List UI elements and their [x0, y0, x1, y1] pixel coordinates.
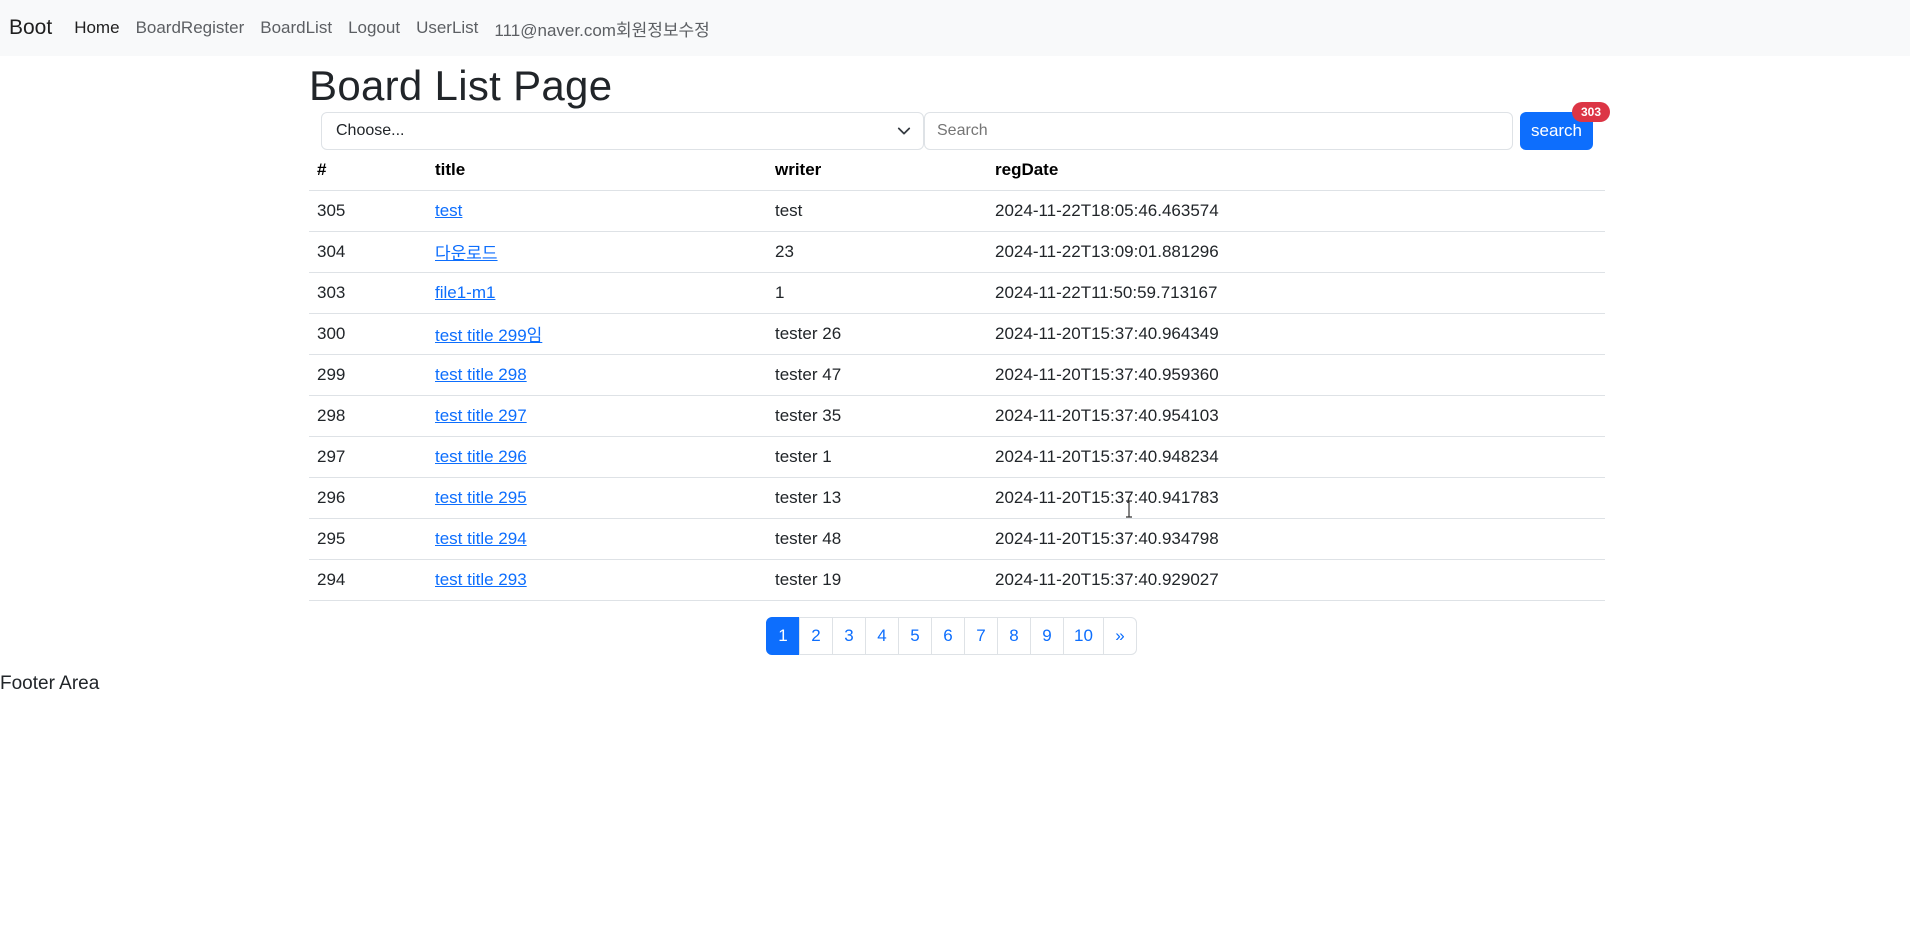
page-link-1[interactable]: 1 [766, 617, 800, 655]
cell-writer: tester 13 [767, 477, 987, 519]
page-title: Board List Page [309, 62, 613, 109]
cell-regdate: 2024-11-20T15:37:40.929027 [987, 559, 1605, 601]
table-row: 298 test title 297 tester 35 2024-11-20T… [309, 395, 1605, 437]
title-link[interactable]: 다운로드 [435, 244, 498, 263]
count-badge: 303 [1572, 102, 1610, 122]
text-cursor-icon [1126, 500, 1132, 518]
page-link-2[interactable]: 2 [799, 617, 833, 655]
cell-id: 305 [309, 190, 427, 232]
table-row: 304 다운로드 23 2024-11-22T13:09:01.881296 [309, 231, 1605, 273]
cell-id: 299 [309, 354, 427, 396]
cell-regdate: 2024-11-20T15:37:40.959360 [987, 354, 1605, 396]
cell-title: test title 299임 [427, 313, 767, 355]
search-input[interactable] [924, 112, 1513, 150]
title-link[interactable]: file1-m1 [435, 283, 495, 302]
cell-title: test title 296 [427, 436, 767, 478]
nav-home[interactable]: Home [74, 18, 119, 38]
brand-logo[interactable]: Boot [9, 16, 52, 40]
cell-title: test title 293 [427, 559, 767, 601]
page-link-4[interactable]: 4 [865, 617, 899, 655]
title-link[interactable]: test title 294 [435, 529, 527, 548]
cell-id: 304 [309, 231, 427, 273]
cell-regdate: 2024-11-22T13:09:01.881296 [987, 231, 1605, 273]
header-title: title [427, 150, 767, 191]
page-link-3[interactable]: 3 [832, 617, 866, 655]
page-link-9[interactable]: 9 [1030, 617, 1064, 655]
table-row: 305 test test 2024-11-22T18:05:46.463574 [309, 190, 1605, 232]
top-navbar: Boot Home BoardRegister BoardList Logout… [0, 0, 1910, 56]
page-link-10[interactable]: 10 [1063, 617, 1104, 655]
cell-title: test title 294 [427, 518, 767, 560]
cell-id: 300 [309, 313, 427, 355]
cell-id: 303 [309, 272, 427, 314]
table-row: 297 test title 296 tester 1 2024-11-20T1… [309, 436, 1605, 478]
footer: Footer Area [0, 673, 100, 694]
cell-writer: tester 47 [767, 354, 987, 396]
title-link[interactable]: test title 297 [435, 406, 527, 425]
page-link-7[interactable]: 7 [964, 617, 998, 655]
cell-writer: tester 1 [767, 436, 987, 478]
table-row: 296 test title 295 tester 13 2024-11-20T… [309, 477, 1605, 519]
search-form: Choose... search 303 [309, 102, 1610, 152]
nav-board-list[interactable]: BoardList [260, 18, 332, 38]
nav-logout[interactable]: Logout [348, 18, 400, 38]
nav-board-register[interactable]: BoardRegister [136, 18, 245, 38]
title-link[interactable]: test title 293 [435, 570, 527, 589]
select-value: Choose... [336, 122, 405, 139]
cell-id: 294 [309, 559, 427, 601]
pagination: 1 2 3 4 5 6 7 8 9 10 » [766, 617, 1137, 655]
chevron-down-icon [897, 127, 911, 135]
title-link[interactable]: test title 299임 [435, 326, 542, 345]
header-writer: writer [767, 150, 987, 191]
table-header-row: # title writer regDate [309, 150, 1605, 191]
search-type-select[interactable]: Choose... [321, 112, 924, 150]
cell-writer: 23 [767, 231, 987, 273]
cell-regdate: 2024-11-20T15:37:40.964349 [987, 313, 1605, 355]
cell-title: test title 297 [427, 395, 767, 437]
page-link-5[interactable]: 5 [898, 617, 932, 655]
page-link-8[interactable]: 8 [997, 617, 1031, 655]
title-link[interactable]: test [435, 201, 462, 220]
cell-title: test title 298 [427, 354, 767, 396]
title-link[interactable]: test title 298 [435, 365, 527, 384]
table-row: 299 test title 298 tester 47 2024-11-20T… [309, 354, 1605, 396]
cell-id: 296 [309, 477, 427, 519]
cell-title: 다운로드 [427, 231, 767, 273]
cell-writer: tester 19 [767, 559, 987, 601]
title-link[interactable]: test title 296 [435, 447, 527, 466]
cell-title: test [427, 190, 767, 232]
cell-regdate: 2024-11-20T15:37:40.934798 [987, 518, 1605, 560]
page-link-6[interactable]: 6 [931, 617, 965, 655]
table-row: 294 test title 293 tester 19 2024-11-20T… [309, 559, 1605, 601]
main-container: Board List Page Choose... search 303 # t… [309, 56, 1610, 601]
cell-writer: test [767, 190, 987, 232]
cell-regdate: 2024-11-22T11:50:59.713167 [987, 272, 1605, 314]
page-next-button[interactable]: » [1102, 617, 1137, 655]
table-row: 295 test title 294 tester 48 2024-11-20T… [309, 518, 1605, 560]
header-id: # [309, 150, 427, 191]
title-link[interactable]: test title 295 [435, 488, 527, 507]
cell-id: 298 [309, 395, 427, 437]
nav-user-list[interactable]: UserList [416, 18, 478, 38]
cell-regdate: 2024-11-20T15:37:40.948234 [987, 436, 1605, 478]
cell-title: file1-m1 [427, 272, 767, 314]
header-regdate: regDate [987, 150, 1605, 191]
table-row: 300 test title 299임 tester 26 2024-11-20… [309, 313, 1605, 355]
cell-regdate: 2024-11-20T15:37:40.954103 [987, 395, 1605, 437]
cell-title: test title 295 [427, 477, 767, 519]
cell-id: 295 [309, 518, 427, 560]
nav-user-modify[interactable]: 111@naver.com회원정보수정 [494, 16, 709, 41]
cell-writer: tester 48 [767, 518, 987, 560]
table-row: 303 file1-m1 1 2024-11-22T11:50:59.71316… [309, 272, 1605, 314]
cell-writer: tester 35 [767, 395, 987, 437]
cell-writer: 1 [767, 272, 987, 314]
cell-writer: tester 26 [767, 313, 987, 355]
cell-regdate: 2024-11-22T18:05:46.463574 [987, 190, 1605, 232]
board-table: # title writer regDate 305 test test 202… [309, 150, 1605, 601]
cell-id: 297 [309, 436, 427, 478]
cell-regdate: 2024-11-20T15:37:40.941783 [987, 477, 1605, 519]
